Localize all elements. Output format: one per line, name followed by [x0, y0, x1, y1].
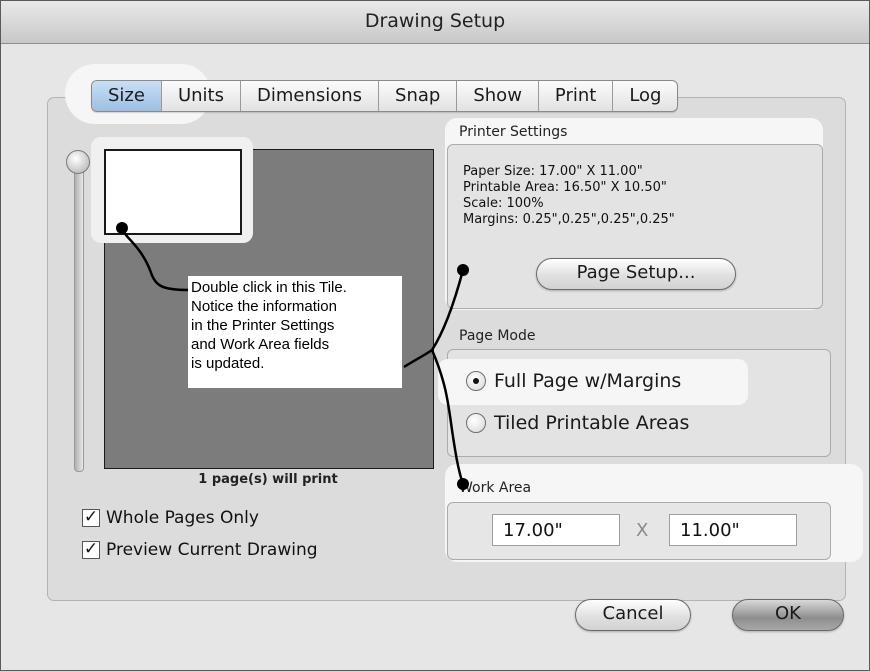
- annotation-arrows: [116, 222, 469, 490]
